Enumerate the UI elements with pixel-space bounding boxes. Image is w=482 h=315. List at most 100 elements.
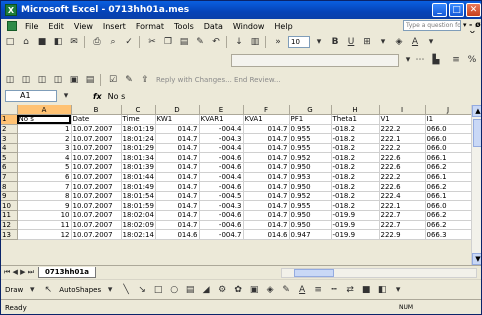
table-cell[interactable]: 18:01:34 — [121, 152, 156, 164]
table-cell[interactable]: 10 — [17, 210, 72, 221]
table-cell[interactable]: -018.2 — [331, 181, 380, 192]
table-cell[interactable]: 5 — [17, 162, 72, 173]
minimize-button[interactable]: _ — [432, 3, 447, 17]
table-cell[interactable]: -018.2 — [331, 200, 380, 212]
table-cell[interactable]: 10.07.2007 — [71, 200, 122, 212]
row-header[interactable]: 6 — [1, 162, 18, 173]
table-cell[interactable]: 014.7 — [243, 210, 290, 221]
table-cell[interactable]: 014.7 — [243, 172, 290, 183]
table-cell[interactable]: 0.955 — [289, 133, 332, 144]
column-header[interactable]: H — [331, 105, 380, 116]
spelling-icon[interactable]: ✓ — [122, 35, 136, 49]
horizontal-scrollbar[interactable] — [281, 268, 477, 278]
table-cell[interactable]: 18:02:04 — [121, 210, 156, 221]
table-cell[interactable]: 066.0 — [425, 133, 472, 144]
table-cell[interactable]: KVAR1 — [199, 114, 244, 125]
chevron-down-icon[interactable]: ▾ — [312, 35, 326, 49]
table-cell[interactable]: 014.7 — [155, 133, 200, 144]
table-cell[interactable]: 014.6 — [243, 229, 290, 240]
select-all-corner[interactable] — [1, 105, 18, 116]
table-cell[interactable]: 2 — [17, 133, 72, 144]
shadow-icon[interactable]: ■ — [359, 283, 373, 297]
table-cell[interactable]: 014.7 — [155, 200, 200, 212]
table-cell[interactable]: 18:01:29 — [121, 143, 156, 154]
menu-tools[interactable]: Tools — [169, 22, 199, 31]
chevron-down-icon[interactable]: ▾ — [463, 21, 467, 29]
percent-icon[interactable]: % — [465, 53, 479, 67]
menu-file[interactable]: File — [20, 22, 43, 31]
row-header[interactable]: 7 — [1, 172, 18, 183]
fill-color-icon[interactable]: ◈ — [392, 35, 406, 49]
textbox-icon[interactable]: ▤ — [183, 283, 197, 297]
table-cell[interactable]: 222.7 — [379, 210, 426, 221]
select-objects-icon[interactable]: ↖ — [41, 283, 55, 297]
rectangle-icon[interactable]: □ — [151, 283, 165, 297]
table-cell[interactable]: -018.2 — [331, 143, 380, 154]
line-icon[interactable]: ╲ — [119, 283, 133, 297]
table-cell[interactable]: -018.2 — [331, 152, 380, 164]
table-cell[interactable]: 066.3 — [425, 229, 472, 240]
comment-icon[interactable]: ✎ — [122, 73, 136, 87]
name-box[interactable]: A1 — [5, 90, 57, 102]
format-painter-icon[interactable]: ✎ — [193, 35, 207, 49]
table-cell[interactable]: 11 — [17, 220, 72, 231]
table-cell[interactable]: 18:01:49 — [121, 181, 156, 192]
chevron-down-icon[interactable]: ▾ — [59, 89, 73, 103]
font-size-select[interactable]: 10 — [288, 36, 310, 48]
menu-insert[interactable]: Insert — [98, 22, 131, 31]
menu-help[interactable]: Help — [269, 22, 297, 31]
column-header[interactable]: I — [379, 105, 426, 116]
table-cell[interactable]: 10.07.2007 — [71, 191, 122, 202]
table-cell[interactable]: KW1 — [155, 114, 200, 125]
table-cell[interactable]: -004.4 — [199, 143, 244, 154]
menu-window[interactable]: Window — [228, 22, 270, 31]
table-cell[interactable]: 10.07.2007 — [71, 210, 122, 221]
table-cell[interactable]: 0.955 — [289, 124, 332, 135]
table-cell[interactable]: 10.07.2007 — [71, 143, 122, 154]
print-icon[interactable]: ⎙ — [90, 35, 104, 49]
print-preview-icon[interactable]: ⌕ — [106, 35, 120, 49]
menu-format[interactable]: Format — [131, 22, 169, 31]
table-cell[interactable]: 222.2 — [379, 143, 426, 154]
row-header[interactable]: 3 — [1, 133, 18, 144]
table-cell[interactable]: Theta1 — [331, 114, 380, 125]
table-cell[interactable]: 10.07.2007 — [71, 229, 122, 240]
table-cell[interactable]: -004.6 — [199, 162, 244, 173]
permission-icon[interactable]: ◧ — [51, 35, 65, 49]
3d-icon[interactable]: ◧ — [375, 283, 389, 297]
table-cell[interactable]: -018.2 — [331, 133, 380, 144]
table-cell[interactable]: 0.950 — [289, 181, 332, 192]
zoom-icon[interactable]: » — [271, 35, 285, 49]
oval-icon[interactable]: ○ — [167, 283, 181, 297]
sheet-tab[interactable]: 0713hh01a — [38, 266, 96, 278]
table-cell[interactable]: 066.2 — [425, 220, 472, 231]
table-cell[interactable]: 222.2 — [379, 172, 426, 183]
scroll-thumb[interactable] — [294, 269, 334, 277]
column-header[interactable]: G — [289, 105, 332, 116]
table-cell[interactable]: -019.9 — [331, 210, 380, 221]
font-color-icon[interactable]: A — [295, 283, 309, 297]
diagram-icon[interactable]: ⚙ — [215, 283, 229, 297]
table-cell[interactable]: 066.0 — [425, 124, 472, 135]
scroll-up-icon[interactable]: ▲ — [472, 105, 481, 117]
table-cell[interactable]: 014.7 — [243, 191, 290, 202]
table-cell[interactable]: 222.6 — [379, 181, 426, 192]
table-cell[interactable]: 222.6 — [379, 162, 426, 173]
column-header[interactable]: C — [121, 105, 156, 116]
dash-style-icon[interactable]: ┅ — [327, 283, 341, 297]
column-header[interactable]: A — [17, 105, 72, 116]
table-cell[interactable]: -004.3 — [199, 133, 244, 144]
vertical-scrollbar[interactable]: ▲ ▼ — [471, 105, 481, 265]
table-cell[interactable]: 0.955 — [289, 200, 332, 212]
table-cell[interactable]: -018.2 — [331, 124, 380, 135]
table-cell[interactable]: 014.7 — [155, 143, 200, 154]
formula-input[interactable]: No s — [108, 92, 126, 101]
review-icon[interactable]: ▤ — [83, 73, 97, 87]
table-cell[interactable]: 222.9 — [379, 229, 426, 240]
review-icon[interactable]: ◫ — [35, 73, 49, 87]
table-cell[interactable]: 222.1 — [379, 200, 426, 212]
table-cell[interactable]: 066.0 — [425, 143, 472, 154]
table-cell[interactable]: I1 — [425, 114, 472, 125]
review-icon[interactable]: ◫ — [19, 73, 33, 87]
table-cell[interactable]: 4 — [17, 152, 72, 164]
